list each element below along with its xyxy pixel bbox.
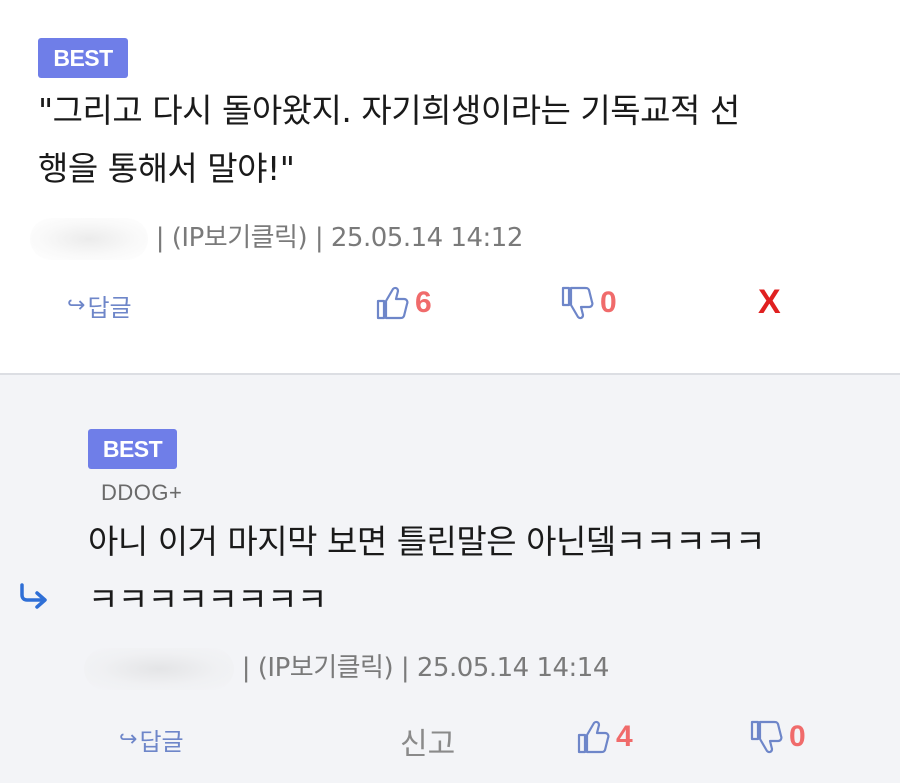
report-button[interactable]: 신고 [400, 719, 455, 763]
comment-text: 아니 이거 마지막 보면 틀린말은 아닌뎈ㅋㅋㅋㅋㅋ ㅋㅋㅋㅋㅋㅋㅋㅋ [88, 513, 888, 629]
upvote-button[interactable]: 4 [576, 719, 633, 755]
upvote-count: 4 [616, 720, 633, 753]
best-badge: BEST [38, 38, 128, 78]
thumbs-up-icon [376, 286, 409, 320]
comment-text-line-2: 행을 통해서 말야!" [38, 149, 295, 188]
ip-and-timestamp[interactable]: | (IP보기클릭) | 25.05.14 14:12 [156, 223, 524, 253]
author-name-blurred[interactable] [30, 217, 148, 260]
comment-text-line-1: 아니 이거 마지막 보면 틀린말은 아닌뎈ㅋㅋㅋㅋㅋ [88, 522, 766, 561]
comment-text-line-1: "그리고 다시 돌아왔지. 자기희생이라는 기독교적 선 [38, 91, 740, 130]
comment-text-line-2: ㅋㅋㅋㅋㅋㅋㅋㅋ [88, 580, 327, 619]
reply-arrow-icon: ↪ [67, 293, 86, 318]
best-badge: BEST [88, 429, 177, 469]
comment-best-2-reply: BEST DDOG+ 아니 이거 마지막 보면 틀린말은 아닌뎈ㅋㅋㅋㅋㅋ ㅋㅋ… [0, 375, 900, 783]
downvote-button[interactable]: 0 [560, 285, 617, 321]
downvote-button[interactable]: 0 [749, 719, 806, 755]
reply-arrow-icon: ↪ [119, 727, 138, 752]
upvote-count: 6 [415, 286, 432, 319]
thumbs-up-icon [577, 720, 610, 754]
reply-button[interactable]: ↪ 답글 [67, 288, 132, 323]
delete-button[interactable]: X [758, 283, 781, 322]
author-nickname[interactable]: DDOG+ [101, 480, 182, 506]
upvote-button[interactable]: 6 [375, 285, 432, 321]
comment-text: "그리고 다시 돌아왔지. 자기희생이라는 기독교적 선 행을 통해서 말야!" [38, 82, 878, 198]
comment-meta: | (IP보기클릭) | 25.05.14 14:12 [30, 217, 523, 260]
author-name-blurred[interactable] [84, 647, 234, 690]
comment-meta: | (IP보기클릭) | 25.05.14 14:14 [84, 647, 609, 690]
reply-label: 답글 [139, 728, 184, 756]
thumbs-down-icon [750, 720, 783, 754]
downvote-count: 0 [789, 720, 806, 753]
thumbs-down-icon [561, 286, 594, 320]
reply-button[interactable]: ↪ 답글 [119, 722, 184, 757]
downvote-count: 0 [600, 286, 617, 319]
reply-label: 답글 [87, 294, 132, 322]
reply-indicator-icon [20, 583, 47, 609]
comment-best-1: BEST "그리고 다시 돌아왔지. 자기희생이라는 기독교적 선 행을 통해서… [0, 0, 900, 373]
ip-and-timestamp[interactable]: | (IP보기클릭) | 25.05.14 14:14 [242, 653, 610, 683]
